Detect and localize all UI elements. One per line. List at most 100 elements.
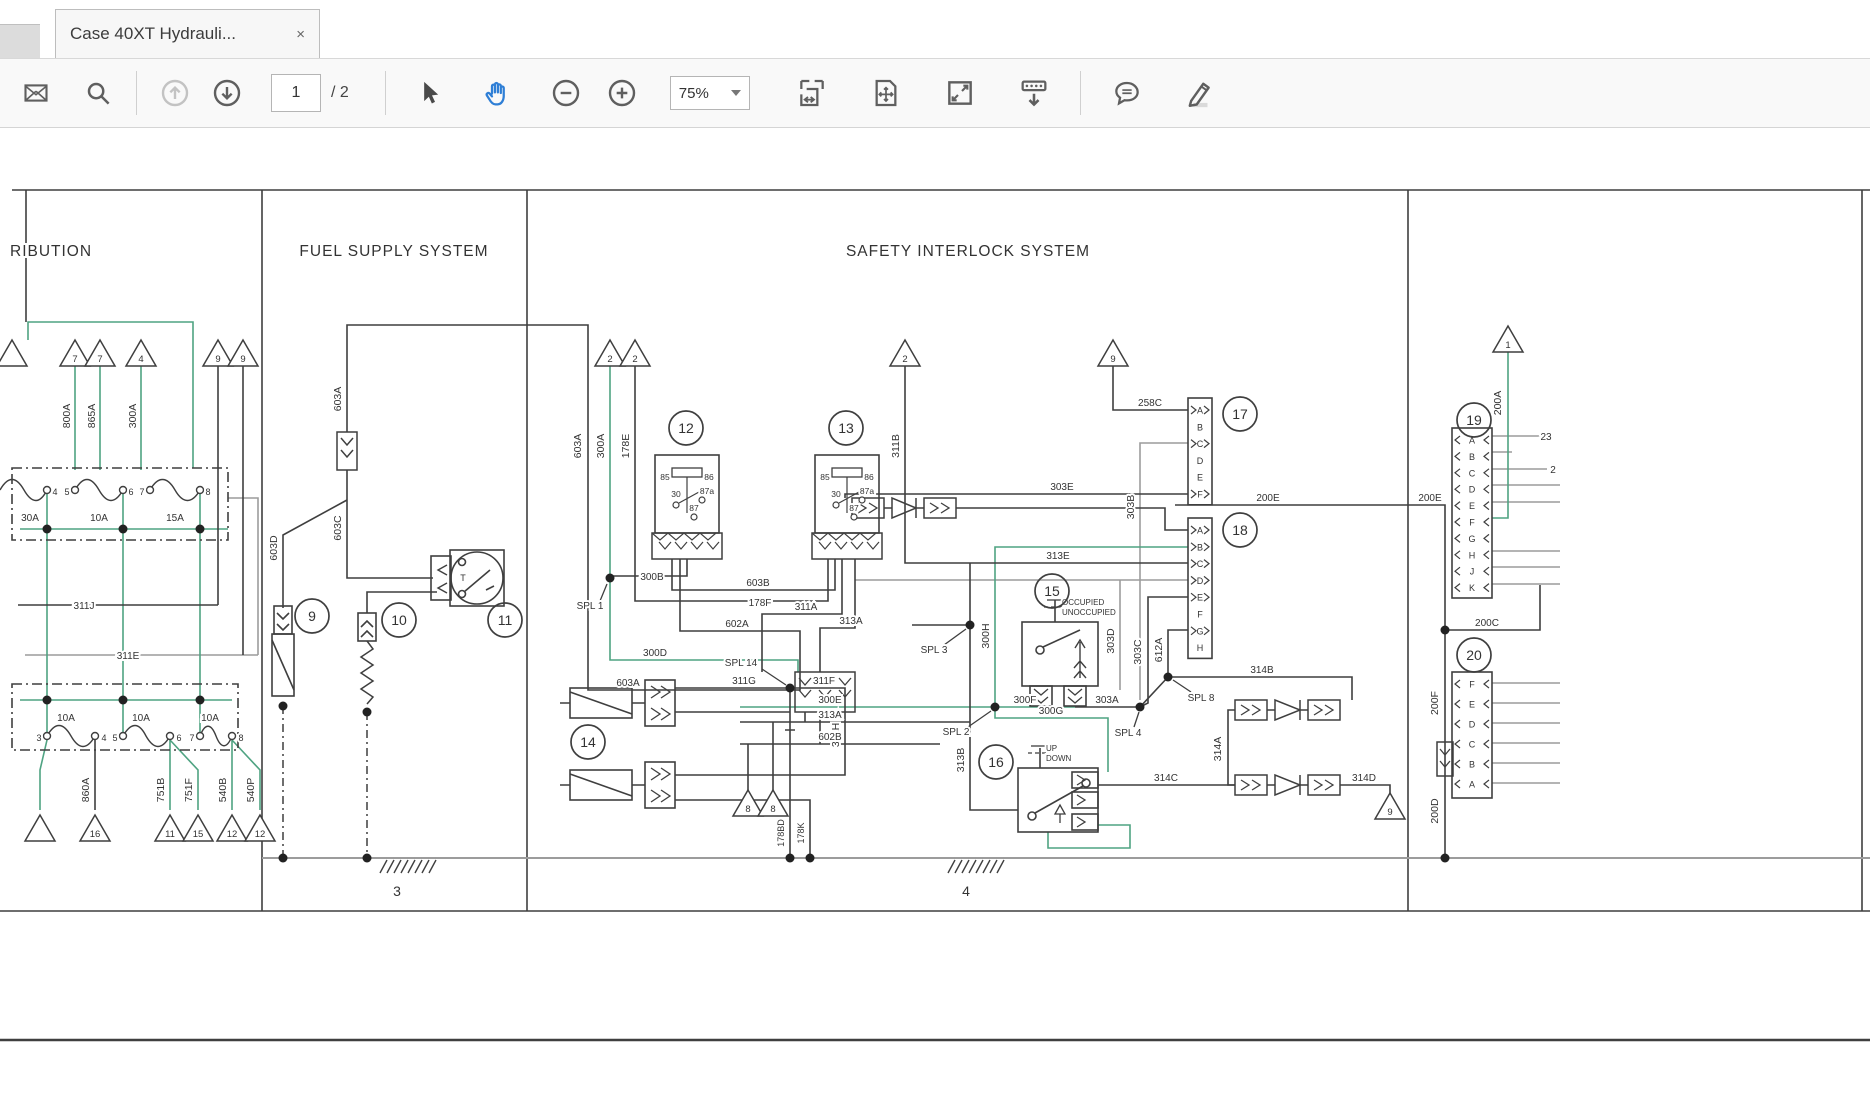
- fit-page-button[interactable]: [864, 71, 908, 115]
- svg-text:10: 10: [391, 612, 407, 628]
- svg-text:H: H: [1469, 550, 1476, 560]
- svg-text:T: T: [460, 573, 466, 583]
- svg-text:313E: 313E: [1046, 551, 1070, 562]
- svg-text:200D: 200D: [1429, 798, 1441, 824]
- svg-text:200E: 200E: [1256, 493, 1280, 504]
- svg-text:10A: 10A: [201, 713, 219, 724]
- svg-text:19: 19: [1466, 412, 1482, 428]
- previous-page-button[interactable]: [153, 71, 197, 115]
- svg-text:12: 12: [227, 829, 238, 840]
- tab-close-icon[interactable]: ×: [296, 26, 305, 43]
- svg-text:6: 6: [128, 487, 133, 497]
- svg-text:FUEL SUPPLY SYSTEM: FUEL SUPPLY SYSTEM: [299, 243, 488, 260]
- svg-text:85: 85: [820, 472, 830, 482]
- search-icon: [83, 78, 113, 108]
- svg-text:16: 16: [988, 754, 1004, 770]
- toolbar-separator: [136, 71, 137, 115]
- svg-text:5: 5: [112, 733, 117, 743]
- zoom-in-button[interactable]: [600, 71, 644, 115]
- actual-size-button[interactable]: [938, 71, 982, 115]
- svg-text:30A: 30A: [21, 513, 39, 524]
- svg-text:B: B: [1197, 542, 1203, 552]
- svg-text:300B: 300B: [640, 572, 664, 583]
- svg-text:5: 5: [64, 487, 69, 497]
- svg-text:602A: 602A: [725, 619, 749, 630]
- comment-button[interactable]: [1105, 71, 1149, 115]
- svg-text:2: 2: [607, 354, 612, 365]
- svg-text:9: 9: [1387, 807, 1392, 818]
- svg-text:86: 86: [704, 472, 714, 482]
- svg-text:1: 1: [1505, 340, 1510, 351]
- svg-text:SPL 3: SPL 3: [921, 645, 948, 656]
- svg-text:18: 18: [1232, 522, 1248, 538]
- svg-text:87: 87: [689, 503, 699, 513]
- svg-text:F: F: [1469, 680, 1475, 690]
- svg-text:311G: 311G: [732, 676, 756, 687]
- svg-text:SPL 4: SPL 4: [1115, 728, 1142, 739]
- svg-text:11: 11: [498, 612, 513, 628]
- highlight-button[interactable]: [1177, 71, 1221, 115]
- svg-text:303B: 303B: [1125, 495, 1137, 520]
- page-number-input[interactable]: [271, 74, 321, 112]
- scrolling-mode-button[interactable]: [1012, 71, 1056, 115]
- diode-row-1: [852, 498, 956, 518]
- svg-text:30: 30: [831, 489, 841, 499]
- svg-text:UP: UP: [1046, 744, 1057, 753]
- svg-text:B: B: [1469, 760, 1475, 770]
- svg-text:540P: 540P: [245, 778, 257, 803]
- svg-text:7: 7: [72, 354, 77, 365]
- svg-text:G: G: [1468, 534, 1475, 544]
- svg-text:2: 2: [1550, 465, 1556, 476]
- svg-text:603A: 603A: [572, 434, 584, 459]
- adjacent-tab-stub[interactable]: [0, 24, 40, 59]
- fit-width-button[interactable]: [790, 71, 834, 115]
- zoom-out-button[interactable]: [544, 71, 588, 115]
- svg-text:602B: 602B: [818, 732, 842, 743]
- svg-text:303D: 303D: [1105, 628, 1117, 654]
- fuse-boxes: [12, 468, 238, 750]
- next-page-button[interactable]: [205, 71, 249, 115]
- pdf-tab[interactable]: Case 40XT Hydrauli... ×: [55, 9, 320, 58]
- search-button[interactable]: [76, 71, 120, 115]
- highlighter-icon: [1182, 76, 1216, 110]
- svg-text:200C: 200C: [1475, 618, 1499, 629]
- zoom-level-dropdown[interactable]: 75%: [670, 76, 750, 110]
- svg-text:9: 9: [308, 608, 316, 624]
- svg-text:B: B: [1469, 452, 1475, 462]
- page-down-icon: [211, 77, 243, 109]
- svg-text:87a: 87a: [860, 486, 874, 496]
- toolbar-separator: [385, 71, 386, 115]
- svg-text:300F: 300F: [1014, 695, 1037, 706]
- svg-text:200F: 200F: [1429, 691, 1441, 715]
- svg-text:314A: 314A: [1212, 737, 1224, 762]
- svg-text:8: 8: [770, 804, 775, 815]
- svg-text:300A: 300A: [127, 404, 139, 429]
- svg-text:3: 3: [36, 733, 41, 743]
- svg-text:14: 14: [580, 734, 596, 750]
- comment-bubble-icon: [1111, 77, 1143, 109]
- svg-text:E: E: [1469, 700, 1475, 710]
- svg-text:2: 2: [632, 354, 637, 365]
- svg-text:258C: 258C: [1138, 398, 1162, 409]
- svg-text:311A: 311A: [795, 602, 818, 613]
- svg-text:8: 8: [238, 733, 243, 743]
- svg-text:865A: 865A: [86, 404, 98, 429]
- svg-text:9: 9: [1110, 354, 1115, 365]
- svg-text:2: 2: [902, 354, 907, 365]
- svg-text:D: D: [1469, 485, 1476, 495]
- svg-text:K: K: [1469, 583, 1475, 593]
- select-tool-button[interactable]: [408, 71, 452, 115]
- hand-tool-button[interactable]: [474, 71, 518, 115]
- svg-text:RIBUTION: RIBUTION: [10, 243, 92, 260]
- svg-text:314B: 314B: [1250, 665, 1274, 676]
- svg-text:311E: 311E: [117, 651, 140, 662]
- svg-text:F: F: [1197, 490, 1203, 500]
- svg-text:17: 17: [1232, 406, 1248, 422]
- wiring-diagram: RIBUTIONFUEL SUPPLY SYSTEMSAFETY INTERLO…: [0, 128, 1870, 1106]
- fuel-pump-component: [272, 606, 294, 696]
- pdf-toolbar: / 2 75%: [0, 58, 1870, 128]
- svg-text:SPL 8: SPL 8: [1188, 693, 1215, 704]
- svg-text:C: C: [1469, 468, 1476, 478]
- fuse-row-2: [44, 726, 236, 747]
- email-button[interactable]: [14, 71, 58, 115]
